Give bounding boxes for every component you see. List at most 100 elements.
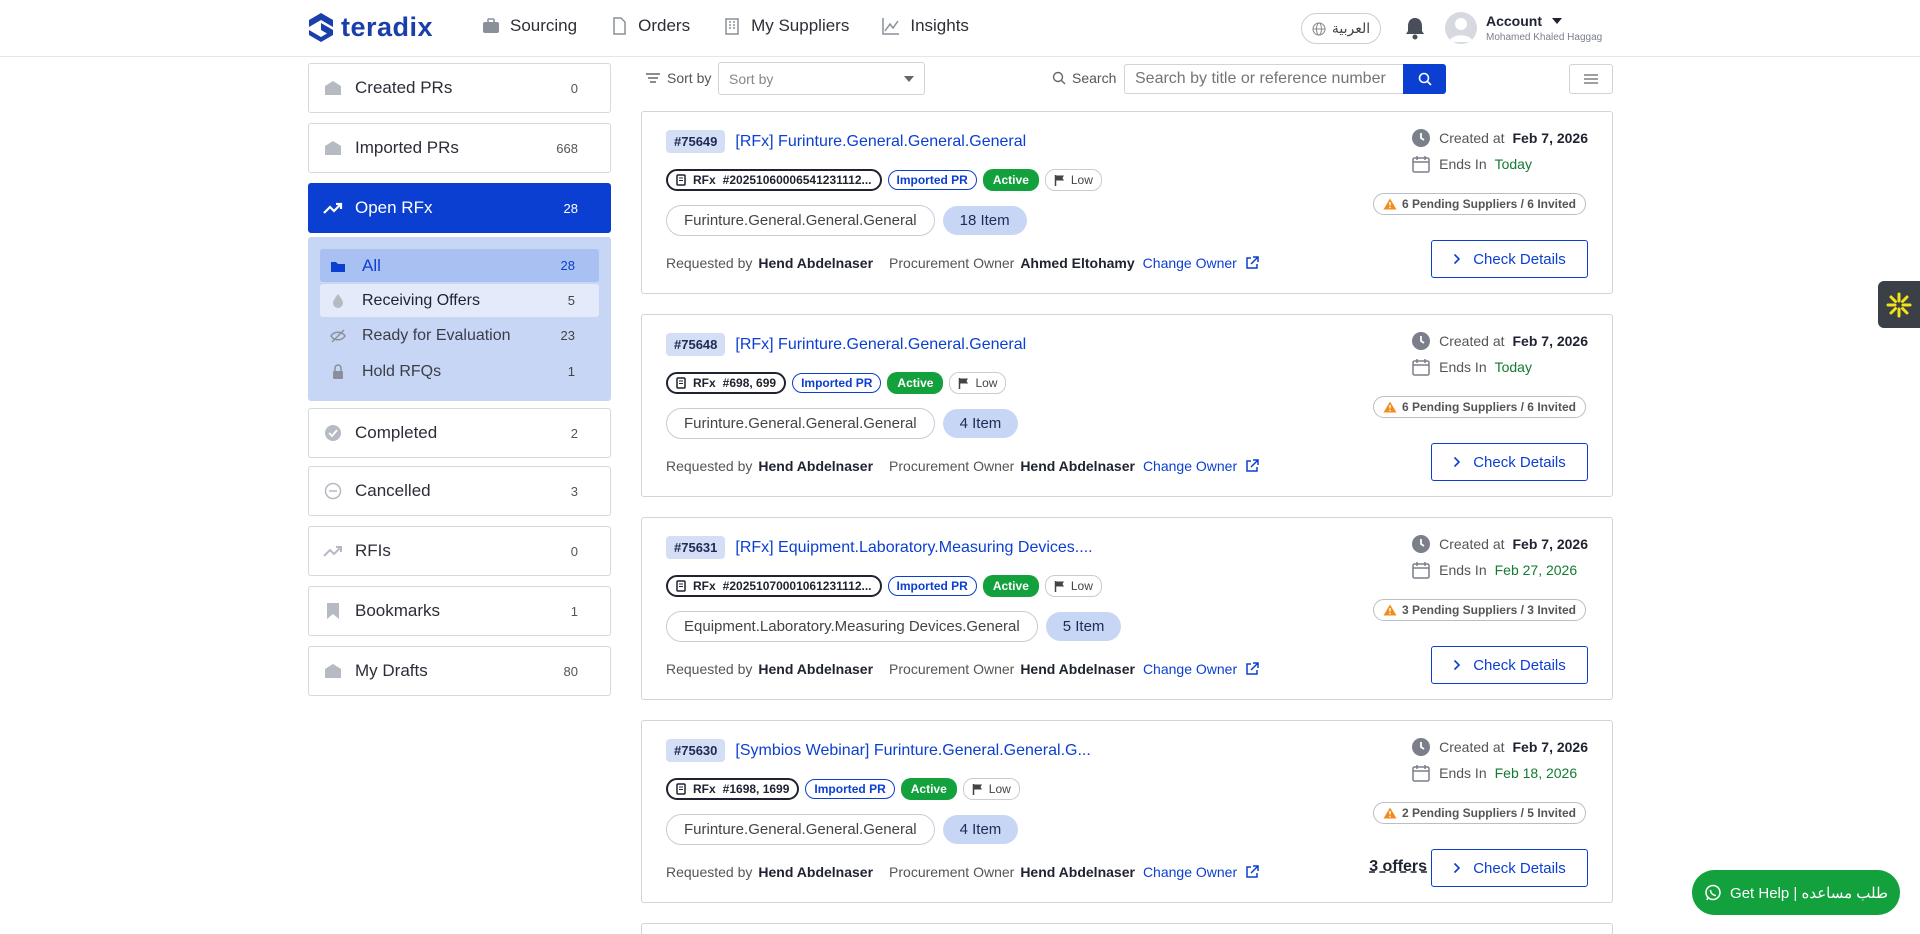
- rfx-title-link[interactable]: [RFx] Furinture.General.General.General: [735, 133, 1026, 151]
- get-help-button[interactable]: Get Help | طلب مساعده: [1692, 870, 1900, 915]
- check-details-label: Check Details: [1473, 859, 1566, 877]
- rfx-title-link[interactable]: [RFx] Equipment.Laboratory.Measuring Dev…: [735, 539, 1092, 557]
- ends-in-label: Ends In: [1439, 359, 1487, 375]
- teradix-logo[interactable]: teradix: [307, 11, 433, 43]
- sidebar-item-label: Open RFx: [355, 198, 433, 217]
- external-link-icon: [1246, 662, 1259, 675]
- priority-badge: Low: [962, 778, 1020, 800]
- imported-pr-badge: Imported PR: [805, 779, 895, 799]
- list-view-menu-button[interactable]: [1569, 64, 1613, 94]
- ends-in-label: Ends In: [1439, 562, 1487, 578]
- requested-by-label: Requested by: [666, 864, 753, 880]
- clock-icon: [1412, 535, 1431, 553]
- sidebar-item-cancelled[interactable]: Cancelled 3: [308, 466, 611, 516]
- check-details-button[interactable]: Check Details: [1431, 240, 1588, 278]
- sort-select-value: Sort by: [729, 70, 774, 87]
- teradix-logo-icon: [309, 13, 333, 42]
- change-owner-link[interactable]: Change Owner: [1143, 864, 1259, 880]
- language-toggle[interactable]: العربية: [1301, 13, 1381, 44]
- hamburger-icon: [1584, 74, 1598, 84]
- change-owner-link[interactable]: Change Owner: [1143, 255, 1259, 271]
- chevron-right-icon: [1454, 456, 1461, 468]
- briefcase-icon: [483, 18, 499, 33]
- sidebar-item-count: 80: [563, 663, 578, 679]
- rfx-reference-pill[interactable]: RFx #698, 699: [666, 372, 787, 394]
- priority-label: Low: [1070, 173, 1093, 187]
- check-details-button[interactable]: Check Details: [1431, 849, 1588, 887]
- copy-icon: [676, 377, 686, 389]
- pending-suppliers-text: 6 Pending Suppliers / 6 Invited: [1401, 197, 1576, 211]
- sidebar-item-label: My Drafts: [355, 661, 428, 680]
- sidebar-item-open-rfx[interactable]: Open RFx 28: [308, 183, 611, 233]
- offers-count-link[interactable]: 3 offers: [1369, 858, 1427, 876]
- requester-name: Hend Abdelnaser: [758, 864, 874, 880]
- created-at-label: Created at: [1439, 536, 1505, 552]
- sidebar-item-label: Completed: [355, 423, 438, 442]
- nav-sourcing[interactable]: Sourcing: [481, 16, 577, 36]
- chevron-right-icon: [1454, 253, 1461, 265]
- calendar-icon: [1412, 562, 1430, 579]
- search-input[interactable]: [1124, 64, 1404, 94]
- category-pill: Furinture.General.General.General: [666, 814, 935, 845]
- chevron-right-icon: [1454, 659, 1461, 671]
- category-pill: Equipment.Laboratory.Measuring Devices.G…: [666, 611, 1038, 642]
- globe-icon: [1312, 22, 1326, 35]
- sidebar-item-my-drafts[interactable]: My Drafts 80: [308, 646, 611, 696]
- logo-text: teradix: [341, 11, 434, 42]
- notifications-bell[interactable]: [1404, 16, 1426, 40]
- lock-icon: [333, 363, 343, 379]
- sidebar-item-bookmarks[interactable]: Bookmarks 1: [308, 586, 611, 636]
- bookmark-icon: [327, 603, 339, 619]
- rfx-title-link[interactable]: [RFx] Furinture.General.General.General: [735, 336, 1026, 354]
- rfx-title-link[interactable]: [Symbios Webinar] Furinture.General.Gene…: [735, 742, 1090, 760]
- priority-label: Low: [975, 376, 998, 390]
- priority-badge: Low: [1044, 575, 1102, 597]
- sidebar-item-imported-prs[interactable]: Imported PRs 668: [308, 123, 611, 173]
- inbox-icon: [325, 81, 341, 95]
- change-owner-link[interactable]: Change Owner: [1143, 661, 1259, 677]
- search-icon: [1418, 72, 1432, 86]
- submenu-item-all[interactable]: All 28: [320, 249, 599, 282]
- check-details-label: Check Details: [1473, 250, 1566, 268]
- pending-suppliers-badge: 6 Pending Suppliers / 6 Invited: [1372, 193, 1586, 215]
- pending-suppliers-badge: 6 Pending Suppliers / 6 Invited: [1372, 396, 1586, 418]
- submenu-item-hold-rfqs[interactable]: Hold RFQs 1: [320, 355, 599, 388]
- check-details-button[interactable]: Check Details: [1431, 646, 1588, 684]
- sidebar-item-created-prs[interactable]: Created PRs 0: [308, 63, 611, 113]
- assistant-widget-button[interactable]: [1878, 281, 1920, 328]
- nav-insights[interactable]: Insights: [881, 16, 969, 36]
- sidebar-item-rfis[interactable]: RFIs 0: [308, 526, 611, 576]
- rfx-reference-pill[interactable]: RFx #1698, 1699: [666, 778, 800, 800]
- pending-suppliers-badge: 2 Pending Suppliers / 5 Invited: [1372, 802, 1586, 824]
- sidebar-item-count: 668: [556, 140, 578, 156]
- nav-my-suppliers[interactable]: My Suppliers: [722, 16, 849, 36]
- search-label-group: Search: [1052, 70, 1116, 86]
- submenu-item-ready-for-evaluation[interactable]: Ready for Evaluation 23: [320, 319, 599, 352]
- priority-label: Low: [1070, 579, 1093, 593]
- warning-icon: [1383, 604, 1397, 616]
- ends-in-label: Ends In: [1439, 765, 1487, 781]
- submenu-item-receiving-offers[interactable]: Receiving Offers 5: [320, 284, 599, 317]
- external-link-icon: [1246, 256, 1259, 269]
- status-badge: Active: [900, 778, 957, 800]
- flag-icon: [959, 378, 969, 389]
- requester-name: Hend Abdelnaser: [758, 458, 874, 474]
- copy-icon: [676, 580, 686, 592]
- sort-select[interactable]: Sort by: [718, 62, 925, 95]
- nav-orders[interactable]: Orders: [609, 16, 690, 36]
- rfx-reference-pill[interactable]: RFx #20251060006541231112...: [666, 169, 882, 191]
- rfx-reference-pill[interactable]: RFx #20251070001061231112...: [666, 575, 882, 597]
- check-details-button[interactable]: Check Details: [1431, 443, 1588, 481]
- sidebar-item-count: 3: [570, 483, 578, 499]
- change-owner-link[interactable]: Change Owner: [1143, 458, 1259, 474]
- account-menu[interactable]: Account Mohamed Khaled Haggag: [1445, 12, 1602, 44]
- requester-name: Hend Abdelnaser: [758, 255, 874, 271]
- sidebar-item-completed[interactable]: Completed 2: [308, 408, 611, 458]
- rfx-reference: #698, 699: [722, 376, 777, 390]
- rfx-card: #75648 [RFx] Furinture.General.General.G…: [641, 314, 1613, 497]
- inbox-icon: [325, 664, 341, 678]
- get-help-label: Get Help | طلب مساعده: [1730, 884, 1888, 902]
- submenu-item-count: 1: [567, 364, 575, 379]
- search-button[interactable]: [1403, 64, 1446, 94]
- flag-icon: [972, 784, 982, 795]
